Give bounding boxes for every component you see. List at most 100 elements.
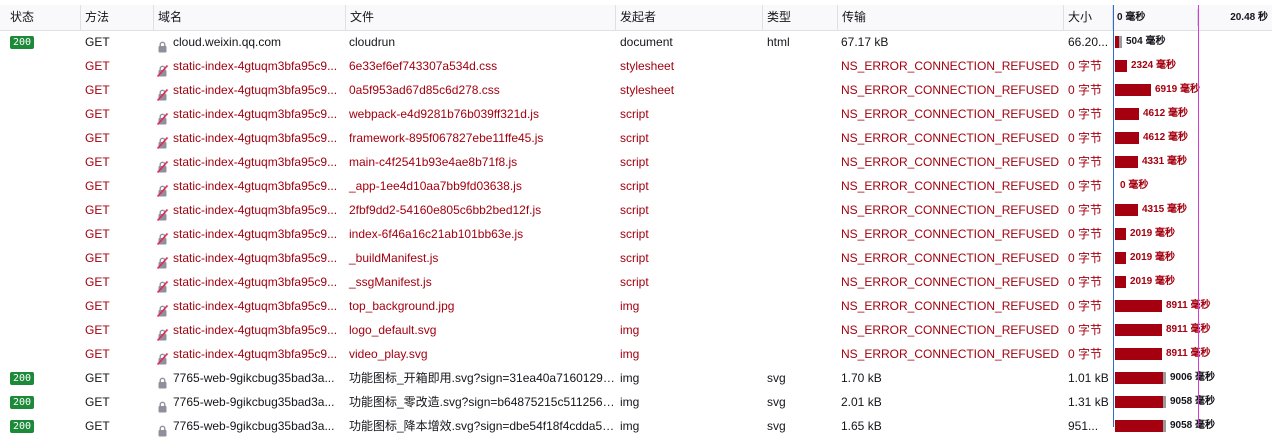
file-cell: logo_default.svg <box>349 323 437 337</box>
column-header-type[interactable]: 类型 <box>762 5 837 30</box>
blocked-lock-icon <box>156 253 169 269</box>
waterfall-bar <box>1115 252 1126 264</box>
initiator-cell[interactable]: script <box>615 102 762 126</box>
initiator-cell[interactable]: stylesheet <box>615 54 762 78</box>
table-row[interactable]: GET static-index-4gtuqm3bfa95c9... _buildM… <box>0 246 1272 270</box>
status-cell <box>0 294 80 318</box>
initiator-cell[interactable]: img <box>615 390 762 414</box>
table-row[interactable]: GET static-index-4gtuqm3bfa95c9... logo_de… <box>0 318 1272 342</box>
waterfall-bar-tail <box>1119 36 1122 48</box>
table-row[interactable]: GET static-index-4gtuqm3bfa95c9... _app-1e… <box>0 174 1272 198</box>
blocked-lock-icon <box>156 61 169 77</box>
status-cell <box>0 270 80 294</box>
column-header-initiator[interactable]: 发起者 <box>615 5 762 30</box>
file-cell: _app-1ee4d10aa7bb9fd03638.js <box>349 179 522 193</box>
table-header: 状态 方法 域名 文件 发起者 类型 传输 大小 0 毫秒 20.48 秒 <box>0 5 1272 31</box>
waterfall-cell: 8911 毫秒 <box>1112 342 1272 366</box>
size-cell: 1.01 kB <box>1068 371 1109 385</box>
transferred-cell: NS_ERROR_CONNECTION_REFUSED <box>841 83 1060 97</box>
table-row[interactable]: 200 GET 7765-web-9gikcbug35bad3a... 功能图标_零改… <box>0 390 1272 414</box>
initiator-cell[interactable]: script <box>615 270 762 294</box>
waterfall-cell: 504 毫秒 <box>1112 30 1272 54</box>
initiator-cell[interactable]: document <box>615 30 762 54</box>
file-cell: framework-895f067827ebe11ffe45.js <box>349 131 544 145</box>
table-row[interactable]: 200 GET 7765-web-9gikcbug35bad3a... 功能图标_降本… <box>0 414 1272 438</box>
table-row[interactable]: GET static-index-4gtuqm3bfa95c9... index-6… <box>0 222 1272 246</box>
dom-content-loaded-line <box>1113 5 1114 427</box>
column-header-status[interactable]: 状态 <box>0 5 80 30</box>
waterfall-bar <box>1115 420 1163 432</box>
table-row[interactable]: GET static-index-4gtuqm3bfa95c9... main-c4… <box>0 150 1272 174</box>
column-header-domain[interactable]: 域名 <box>153 5 345 30</box>
domain-text: static-index-4gtuqm3bfa95c9... <box>173 131 338 145</box>
table-row[interactable]: GET static-index-4gtuqm3bfa95c9... webpack… <box>0 102 1272 126</box>
initiator-cell[interactable]: stylesheet <box>615 78 762 102</box>
initiator-cell[interactable]: img <box>615 318 762 342</box>
type-cell <box>762 174 837 198</box>
type-cell <box>762 54 837 78</box>
initiator-cell[interactable]: img <box>615 294 762 318</box>
size-cell: 0 字节 <box>1068 323 1103 337</box>
transferred-cell: NS_ERROR_CONNECTION_REFUSED <box>841 131 1060 145</box>
blocked-lock-icon <box>156 325 169 341</box>
file-cell: cloudrun <box>349 35 396 49</box>
domain-cell: static-index-4gtuqm3bfa95c9... <box>153 246 345 270</box>
transferred-cell: NS_ERROR_CONNECTION_REFUSED <box>841 107 1060 121</box>
waterfall-cell: 0 毫秒 <box>1112 174 1272 198</box>
initiator-cell[interactable]: script <box>615 198 762 222</box>
domain-cell: static-index-4gtuqm3bfa95c9... <box>153 198 345 222</box>
waterfall-bar <box>1115 204 1138 216</box>
domain-text: static-index-4gtuqm3bfa95c9... <box>173 347 338 361</box>
initiator-cell[interactable]: img <box>615 414 762 438</box>
initiator-cell[interactable]: script <box>615 222 762 246</box>
status-cell <box>0 54 80 78</box>
method-cell: GET <box>85 59 110 73</box>
waterfall-bar <box>1115 84 1151 96</box>
blocked-lock-icon <box>156 157 169 173</box>
table-row[interactable]: 200 GET 7765-web-9gikcbug35bad3a... 功能图标_开箱… <box>0 366 1272 390</box>
waterfall-cell: 2019 毫秒 <box>1112 270 1272 294</box>
status-cell <box>0 222 80 246</box>
initiator-cell[interactable]: script <box>615 174 762 198</box>
table-row[interactable]: GET static-index-4gtuqm3bfa95c9... _ssgMan… <box>0 270 1272 294</box>
initiator-cell[interactable]: img <box>615 342 762 366</box>
column-header-waterfall[interactable]: 0 毫秒 20.48 秒 <box>1112 5 1272 30</box>
waterfall-bar <box>1115 60 1127 72</box>
table-row[interactable]: GET static-index-4gtuqm3bfa95c9... 0a5f953… <box>0 78 1272 102</box>
domain-cell: static-index-4gtuqm3bfa95c9... <box>153 102 345 126</box>
method-cell: GET <box>85 347 110 361</box>
table-row[interactable]: GET static-index-4gtuqm3bfa95c9... framewo… <box>0 126 1272 150</box>
domain-cell: static-index-4gtuqm3bfa95c9... <box>153 78 345 102</box>
table-row[interactable]: GET static-index-4gtuqm3bfa95c9... 6e33ef6… <box>0 54 1272 78</box>
domain-cell: static-index-4gtuqm3bfa95c9... <box>153 342 345 366</box>
size-cell: 0 字节 <box>1068 131 1103 145</box>
domain-text: static-index-4gtuqm3bfa95c9... <box>173 323 338 337</box>
type-cell: svg <box>767 371 786 385</box>
size-cell: 0 字节 <box>1068 107 1103 121</box>
blocked-lock-icon <box>156 277 169 293</box>
column-header-file[interactable]: 文件 <box>345 5 615 30</box>
method-cell: GET <box>85 251 110 265</box>
domain-text: static-index-4gtuqm3bfa95c9... <box>173 299 338 313</box>
blocked-lock-icon <box>156 301 169 317</box>
initiator-cell[interactable]: script <box>615 126 762 150</box>
size-cell: 0 字节 <box>1068 347 1103 361</box>
status-cell: 200 <box>0 366 80 390</box>
status-badge: 200 <box>10 396 35 410</box>
initiator-cell[interactable]: script <box>615 150 762 174</box>
table-row[interactable]: 200 GET cloud.weixin.qq.com cloudrun documen… <box>0 30 1272 54</box>
waterfall-cell: 9058 毫秒 <box>1112 390 1272 414</box>
waterfall-timing-label: 504 毫秒 <box>1126 36 1166 47</box>
table-row[interactable]: GET static-index-4gtuqm3bfa95c9... 2fbf9dd… <box>0 198 1272 222</box>
column-header-size[interactable]: 大小 <box>1063 5 1112 30</box>
size-cell: 66.20... <box>1068 35 1109 49</box>
initiator-cell[interactable]: img <box>615 366 762 390</box>
column-header-method[interactable]: 方法 <box>80 5 153 30</box>
waterfall-timing-label: 0 毫秒 <box>1120 180 1149 191</box>
file-cell: _buildManifest.js <box>349 251 439 265</box>
column-header-transferred[interactable]: 传输 <box>837 5 1063 30</box>
table-row[interactable]: GET static-index-4gtuqm3bfa95c9... video_p… <box>0 342 1272 366</box>
table-row[interactable]: GET static-index-4gtuqm3bfa95c9... top_bac… <box>0 294 1272 318</box>
initiator-cell[interactable]: script <box>615 246 762 270</box>
waterfall-timing-label: 8911 毫秒 <box>1166 324 1211 335</box>
